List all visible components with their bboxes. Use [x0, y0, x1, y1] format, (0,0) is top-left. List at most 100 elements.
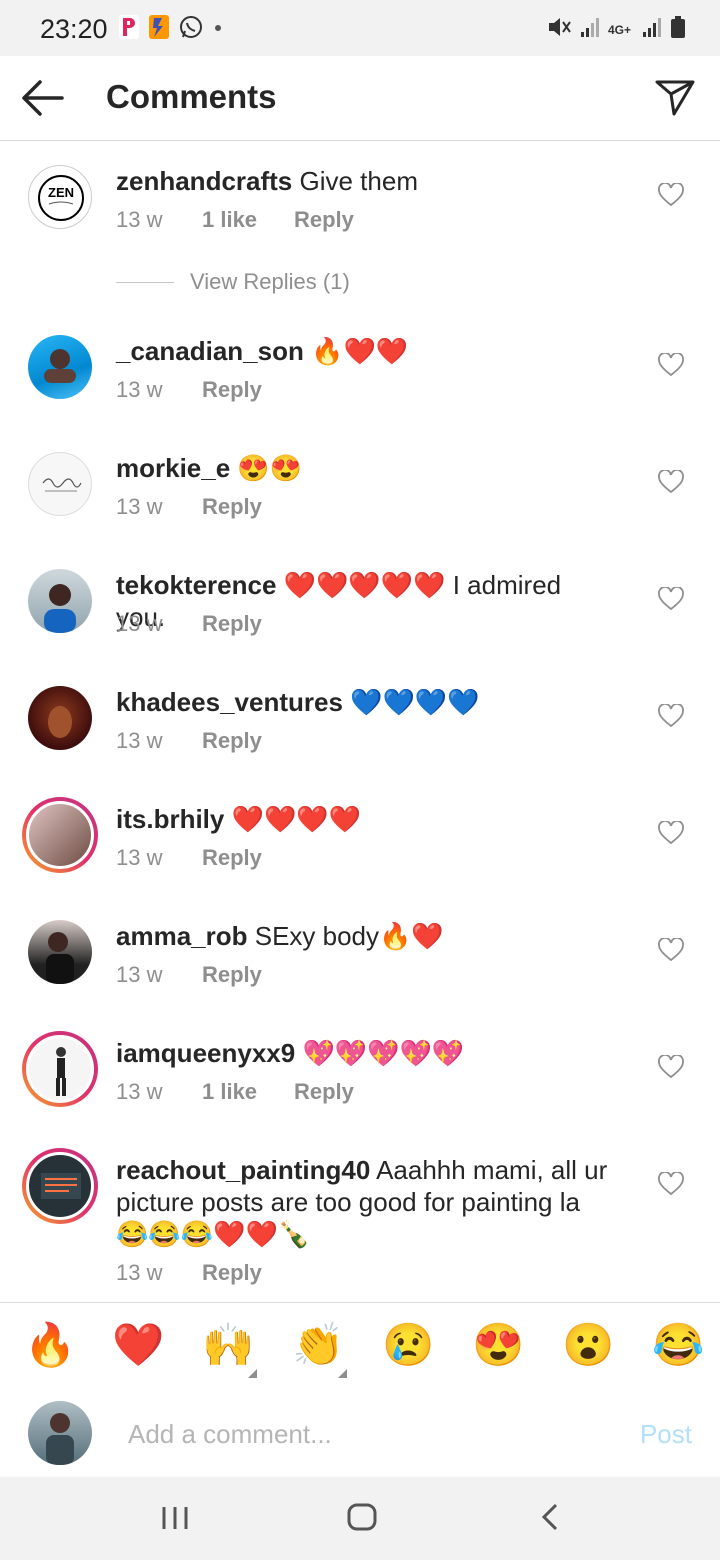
emoji-heart-button[interactable]: ❤️ — [112, 1319, 164, 1371]
emoji-cry-button[interactable]: 😢 — [382, 1319, 434, 1371]
recent-apps-icon — [162, 1507, 188, 1529]
heart-icon[interactable] — [658, 587, 684, 611]
comment-time: 13 w — [116, 494, 163, 519]
comments-list[interactable]: ZEN zenhandcrafts Give them 13 w 1 like … — [0, 141, 720, 1301]
comment-body: 🔥❤️❤️ — [303, 336, 409, 366]
comment-body: 💖💖💖💖💖 — [295, 1038, 465, 1068]
avatar[interactable] — [22, 1148, 98, 1224]
reply-button[interactable]: Reply — [202, 728, 262, 754]
reply-button[interactable]: Reply — [294, 1079, 354, 1105]
reply-button[interactable]: Reply — [294, 207, 354, 233]
network-type: 4G+ — [608, 22, 632, 37]
comment-time: 13 w — [116, 1260, 163, 1285]
comment-meta: 13 w Reply — [116, 377, 262, 403]
comment-time: 13 w — [116, 611, 163, 636]
dot-icon — [212, 14, 224, 45]
comment-meta: 13 w 1 like Reply — [116, 207, 354, 233]
heart-icon[interactable] — [658, 353, 684, 377]
comment-meta: 13 w Reply — [116, 728, 262, 754]
comment-username[interactable]: iamqueenyxx9 — [116, 1038, 295, 1068]
comment-time: 13 w — [116, 377, 163, 402]
avatar[interactable] — [28, 569, 92, 633]
comment-input[interactable] — [126, 1411, 610, 1457]
emoji-fire-button[interactable]: 🔥 — [24, 1319, 76, 1371]
comment-body: SExy body🔥❤️ — [247, 921, 444, 951]
status-system-icons: 4G+ — [546, 14, 686, 45]
comment-username[interactable]: its.brhily — [116, 804, 224, 834]
comment-time: 13 w — [116, 962, 163, 987]
system-nav-bar — [0, 1477, 720, 1560]
reply-button[interactable]: Reply — [202, 377, 262, 403]
divider — [116, 281, 174, 283]
emoji-raised-hands-button[interactable]: 🙌 — [202, 1319, 254, 1371]
skin-tone-indicator — [248, 1369, 257, 1378]
emoji-laughing-button[interactable]: 😂 — [652, 1319, 704, 1371]
reply-button[interactable]: Reply — [202, 845, 262, 871]
comment-username[interactable]: tekokterence — [116, 570, 276, 600]
reply-button[interactable]: Reply — [202, 494, 262, 520]
emoji-surprised-button[interactable]: 😮 — [562, 1319, 614, 1371]
avatar[interactable] — [28, 686, 92, 750]
app-header: Comments — [0, 56, 720, 141]
status-bar: 23:20 4G+ — [0, 0, 720, 56]
paper-plane-icon — [655, 80, 695, 116]
home-button[interactable] — [346, 1501, 378, 1538]
comment-text: amma_rob SExy body🔥❤️ — [116, 920, 616, 952]
avatar[interactable] — [28, 335, 92, 399]
comment-time: 13 w — [116, 845, 163, 870]
status-time: 23:20 — [40, 14, 108, 44]
svg-text:ZEN: ZEN — [48, 185, 74, 200]
avatar-image — [26, 801, 94, 869]
avatar[interactable] — [22, 797, 98, 873]
battery-icon — [670, 14, 686, 45]
view-replies-label: View Replies (1) — [190, 269, 350, 294]
avatar[interactable] — [28, 452, 92, 516]
comment-time: 13 w — [116, 1079, 163, 1104]
back-button[interactable] — [20, 78, 64, 118]
comment-text: zenhandcrafts Give them — [116, 165, 616, 197]
comment-meta: 13 w Reply — [116, 845, 262, 871]
comment-time: 13 w — [116, 728, 163, 753]
heart-icon[interactable] — [658, 183, 684, 207]
signal-icon — [580, 14, 600, 45]
heart-icon[interactable] — [658, 704, 684, 728]
comment-likes[interactable]: 1 like — [202, 207, 294, 233]
comment-username[interactable]: morkie_e — [116, 453, 230, 483]
comment-body: Give them — [292, 166, 418, 196]
avatar[interactable] — [22, 1031, 98, 1107]
comment-username[interactable]: reachout_painting40 — [116, 1155, 370, 1185]
comment-likes[interactable]: 1 like — [202, 1079, 294, 1105]
arrow-left-icon — [22, 80, 64, 116]
view-replies-button[interactable]: View Replies (1) — [116, 269, 350, 295]
avatar[interactable]: ZEN — [28, 165, 92, 229]
emoji-heart-eyes-button[interactable]: 😍 — [472, 1319, 524, 1371]
quick-emoji-bar: 🔥 ❤️ 🙌 👏 😢 😍 😮 😂 — [0, 1302, 720, 1390]
heart-icon[interactable] — [658, 821, 684, 845]
reply-button[interactable]: Reply — [202, 1260, 262, 1286]
post-button[interactable]: Post — [640, 1419, 692, 1450]
recent-apps-button[interactable] — [160, 1501, 190, 1538]
comment-username[interactable]: _canadian_son — [116, 336, 304, 366]
back-nav-button[interactable] — [538, 1501, 562, 1538]
comment-username[interactable]: khadees_ventures — [116, 687, 343, 717]
whatsapp-icon — [178, 14, 204, 45]
heart-icon[interactable] — [658, 470, 684, 494]
avatar[interactable] — [28, 920, 92, 984]
comment-meta: 13 w Reply — [116, 1260, 262, 1286]
avatar-image — [26, 1152, 94, 1220]
heart-icon[interactable] — [658, 1055, 684, 1079]
reply-button[interactable]: Reply — [202, 962, 262, 988]
comment-meta: 13 w Reply — [116, 494, 262, 520]
comment-body: ❤️❤️❤️❤️ — [224, 804, 362, 834]
heart-icon[interactable] — [658, 1172, 684, 1196]
emoji-clap-button[interactable]: 👏 — [292, 1319, 344, 1371]
share-button[interactable] — [654, 76, 696, 118]
home-icon — [347, 1503, 377, 1531]
heart-icon[interactable] — [658, 938, 684, 962]
comment-username[interactable]: zenhandcrafts — [116, 166, 292, 196]
reply-button[interactable]: Reply — [202, 611, 262, 637]
comment-body: 😍😍 — [230, 453, 303, 483]
avatar-image — [26, 1035, 94, 1103]
comment-username[interactable]: amma_rob — [116, 921, 248, 951]
comment-text: khadees_ventures 💙💙💙💙 — [116, 686, 616, 718]
